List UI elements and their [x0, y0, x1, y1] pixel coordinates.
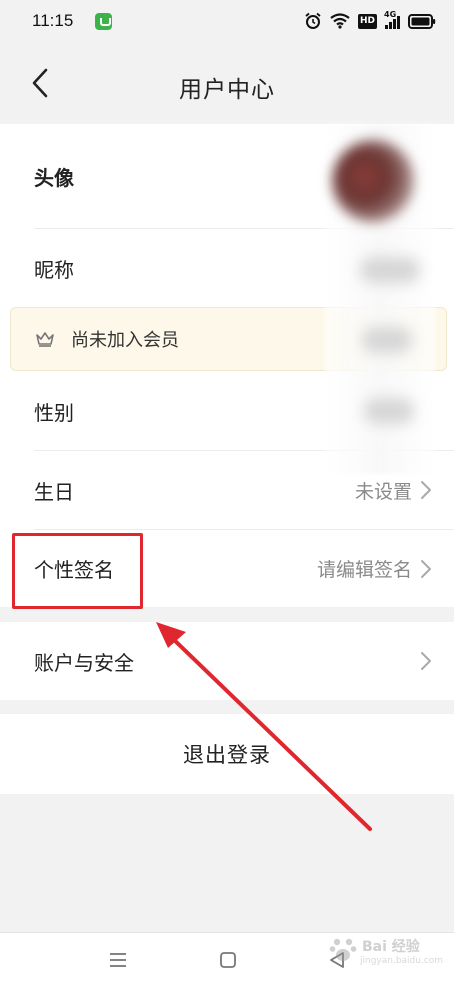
status-icons: HD 4G — [304, 10, 436, 30]
chevron-right-icon — [421, 559, 431, 578]
gender-blur — [364, 398, 414, 424]
hd-icon: HD — [357, 13, 377, 29]
home-icon[interactable] — [219, 951, 237, 969]
chevron-right-icon — [421, 652, 431, 670]
wifi-icon — [330, 13, 350, 29]
membership-text: 尚未加入会员 — [71, 330, 179, 351]
signature-value: 请编辑签名 — [316, 559, 412, 581]
account-security-label: 账户与安全 — [34, 650, 134, 675]
logout-button[interactable]: 退出登录 — [0, 714, 454, 794]
birthday-value-group: 未设置 — [355, 477, 432, 504]
member-blur — [362, 327, 412, 353]
watermark: Bai 经验 jingyan.baidu.com — [326, 932, 443, 972]
logout-label: 退出登录 — [183, 743, 271, 767]
avatar-image[interactable] — [332, 140, 414, 222]
signal-4g-icon: 4G — [384, 10, 400, 29]
signature-row[interactable]: 个性签名 请编辑签名 — [0, 530, 454, 607]
nav-bar: 用户中心 — [0, 42, 454, 124]
avatar-label: 头像 — [34, 165, 74, 190]
signature-label: 个性签名 — [34, 558, 114, 582]
chevron-right-icon — [421, 481, 431, 499]
network-label: 4G — [384, 10, 397, 19]
app-notification-icon — [95, 12, 113, 30]
paw-logo-icon — [329, 938, 357, 961]
account-security-row[interactable]: 账户与安全 — [0, 622, 454, 700]
nickname-label: 昵称 — [34, 257, 74, 282]
status-time: 11:15 — [32, 11, 74, 30]
nickname-blur — [360, 257, 420, 283]
watermark-text: Bai 经验 — [362, 939, 420, 955]
signature-value-group: 请编辑签名 — [317, 555, 432, 582]
crown-icon — [36, 332, 54, 347]
birthday-label: 生日 — [34, 479, 74, 504]
birthday-value: 未设置 — [354, 480, 412, 503]
page-title: 用户中心 — [179, 77, 275, 103]
battery-icon — [408, 13, 436, 29]
gender-label: 性别 — [34, 400, 74, 425]
watermark-subtext: jingyan.baidu.com — [360, 956, 444, 966]
account-chevron-group — [420, 651, 432, 671]
status-bar: 11:15 HD 4G — [0, 0, 454, 42]
alarm-icon — [305, 12, 321, 29]
menu-icon[interactable] — [108, 951, 128, 969]
